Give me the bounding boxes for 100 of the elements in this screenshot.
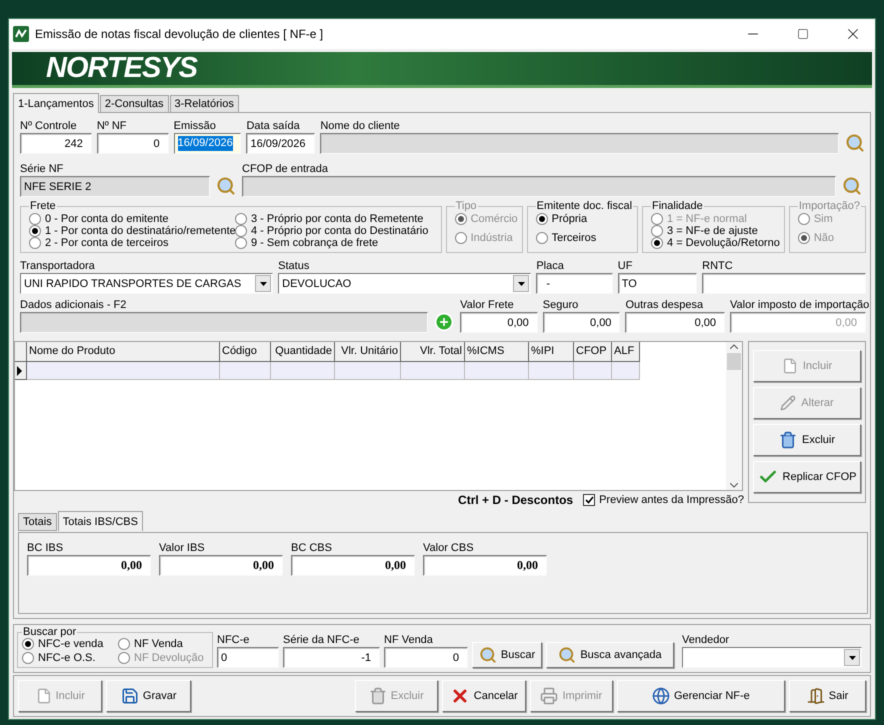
- dropdown-value: DEVOLUCAO: [282, 278, 352, 290]
- column-header[interactable]: CFOP: [574, 342, 612, 362]
- logo: NORTESYS: [46, 52, 198, 85]
- input-field[interactable]: 0,00: [27, 555, 151, 576]
- radio-option[interactable]: 3 = NF-e de ajuste: [651, 225, 780, 237]
- column-header[interactable]: ALF: [612, 342, 640, 362]
- table-cell[interactable]: [574, 362, 612, 380]
- field-label: Emissão: [174, 119, 217, 133]
- radio-option[interactable]: 0 - Por conta do emitente: [29, 213, 235, 225]
- field-label: NF Venda: [384, 633, 434, 647]
- table-cell[interactable]: [27, 362, 220, 380]
- window-title: Emissão de notas fiscal devolução de clientes [ NF-e ]: [35, 27, 324, 41]
- radio-option[interactable]: Terceiros: [536, 232, 634, 244]
- search-button[interactable]: Buscar: [472, 642, 542, 668]
- scroll-thumb[interactable]: [727, 353, 741, 370]
- scrollbar[interactable]: [726, 342, 742, 490]
- radio-option[interactable]: Própria: [536, 213, 634, 225]
- input-field[interactable]: 16/09/2026: [174, 133, 242, 154]
- radio-dot[interactable]: [651, 225, 664, 237]
- column-header[interactable]: %ICMS: [465, 342, 529, 362]
- printer-icon: [540, 687, 558, 705]
- field-label: Transportadora: [20, 259, 96, 273]
- field-label: Status: [278, 259, 310, 273]
- input-field[interactable]: 0: [217, 647, 279, 668]
- scroll-down-icon[interactable]: [730, 483, 738, 488]
- field-label: BC IBS: [27, 541, 64, 555]
- search-icon: [558, 646, 576, 664]
- dropdown-field[interactable]: DEVOLUCAO: [278, 273, 532, 294]
- trash-icon: [778, 431, 797, 449]
- radio-dot[interactable]: [235, 213, 247, 225]
- action-button[interactable]: Excluir: [753, 424, 861, 456]
- toolbar-button[interactable]: Sair: [789, 680, 866, 712]
- table-cell[interactable]: [529, 362, 574, 380]
- tab[interactable]: Totais: [18, 513, 57, 531]
- radio-option[interactable]: 9 - Sem cobrança de frete: [235, 237, 428, 249]
- radio-option[interactable]: NFC-e O.S.: [22, 652, 118, 664]
- checkbox-label[interactable]: Preview antes da Impressão?: [599, 494, 744, 506]
- table-cell[interactable]: [335, 362, 401, 380]
- radio-dot[interactable]: [29, 225, 41, 237]
- radio-dot[interactable]: [22, 638, 34, 650]
- radio-dot[interactable]: [235, 225, 247, 237]
- radio-option[interactable]: 1 - Por conta do destinatário/remetente: [29, 225, 235, 237]
- input-field[interactable]: 0,00: [460, 312, 538, 333]
- input-field[interactable]: 0,00: [159, 555, 283, 576]
- tab[interactable]: 1-Lançamentos: [13, 93, 99, 113]
- globe-icon: [652, 687, 670, 705]
- field-label: Placa: [536, 259, 565, 273]
- column-header[interactable]: %IPI: [529, 342, 574, 362]
- input-field[interactable]: 0,00: [625, 312, 725, 333]
- input-field[interactable]: -: [536, 273, 613, 294]
- radio-option[interactable]: 4 - Próprio por conta do Destinatário: [235, 225, 428, 237]
- radio-dot[interactable]: [29, 213, 41, 225]
- table-cell[interactable]: [401, 362, 465, 380]
- input-field[interactable]: 0,00: [291, 555, 415, 576]
- radio-option[interactable]: 3 - Próprio por conta do Remetente: [235, 213, 428, 225]
- column-header[interactable]: Vlr. Unitário: [335, 342, 401, 362]
- radio-dot[interactable]: [22, 652, 34, 664]
- maximize-icon[interactable]: [797, 28, 809, 40]
- column-header[interactable]: Quantidade: [271, 342, 335, 362]
- input-field[interactable]: TO: [618, 273, 698, 294]
- input-field[interactable]: 16/09/2026: [246, 133, 316, 154]
- checkbox[interactable]: [583, 494, 596, 506]
- radio-option[interactable]: NF Venda: [118, 638, 208, 650]
- table-cell[interactable]: [612, 362, 640, 380]
- column-header[interactable]: Nome do Produto: [27, 342, 220, 362]
- input-field[interactable]: -1: [283, 647, 380, 668]
- radio-dot[interactable]: [536, 213, 548, 225]
- scroll-up-icon[interactable]: [730, 344, 738, 349]
- tab[interactable]: Totais IBS/CBS: [58, 511, 143, 531]
- radio-dot[interactable]: [651, 237, 664, 249]
- input-field[interactable]: 0: [384, 647, 468, 668]
- radio-dot[interactable]: [118, 638, 130, 650]
- input-field[interactable]: 0,00: [542, 312, 620, 333]
- table-cell[interactable]: [220, 362, 271, 380]
- toolbar-button[interactable]: Cancelar: [442, 680, 526, 712]
- group-title: Finalidade: [651, 201, 704, 212]
- radio-dot[interactable]: [536, 232, 548, 244]
- column-header[interactable]: Vlr. Total: [401, 342, 465, 362]
- radio-option[interactable]: NFC-e venda: [22, 638, 118, 650]
- tab[interactable]: 2-Consultas: [100, 95, 169, 113]
- radio-option[interactable]: 4 = Devolução/Retorno: [651, 237, 780, 249]
- field-label: Vendedor: [682, 633, 730, 647]
- table-cell[interactable]: [465, 362, 529, 380]
- radio-dot[interactable]: [235, 237, 247, 249]
- field-label: NFC-e: [217, 633, 250, 647]
- input-field[interactable]: 0: [96, 133, 169, 154]
- tab[interactable]: 3-Relatórios: [170, 95, 239, 113]
- input-field[interactable]: 0,00: [423, 555, 547, 576]
- radio-dot[interactable]: [29, 237, 41, 249]
- dropdown-field[interactable]: UNI RAPIDO TRANSPORTES DE CARGAS: [20, 273, 274, 294]
- column-header[interactable]: Código: [220, 342, 271, 362]
- toolbar-button[interactable]: Gerenciar NF-e: [616, 680, 786, 712]
- input-field[interactable]: 242: [20, 133, 92, 154]
- dropdown-field[interactable]: [682, 647, 862, 668]
- radio-option[interactable]: 2 - Por conta de terceiros: [29, 237, 235, 249]
- search-button[interactable]: Busca avançada: [546, 642, 674, 668]
- table-cell[interactable]: [271, 362, 335, 380]
- action-button[interactable]: Replicar CFOP: [753, 461, 861, 493]
- input-field[interactable]: [702, 273, 866, 294]
- toolbar-button[interactable]: Gravar: [106, 680, 191, 712]
